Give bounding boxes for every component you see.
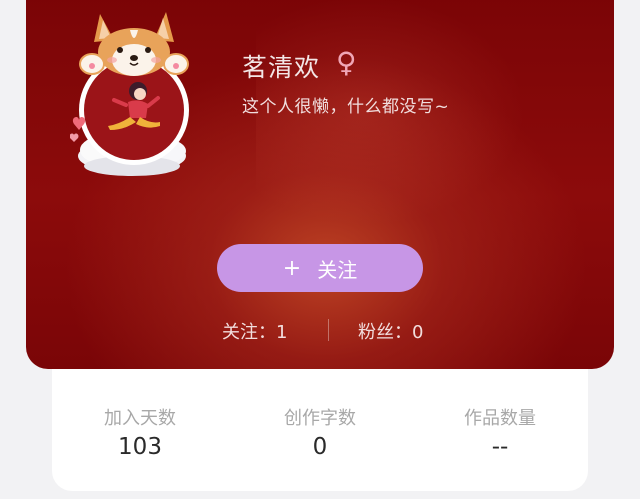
following-value: 1 — [276, 322, 288, 343]
fans-value: 0 — [412, 322, 424, 343]
following-label: 关注： — [222, 322, 276, 343]
fans-label: 粉丝： — [358, 322, 412, 343]
avatar[interactable] — [69, 6, 210, 180]
stat-value: 103 — [118, 434, 162, 460]
word-count-stat: 创作字数 0 — [240, 404, 400, 460]
stat-label: 加入天数 — [104, 408, 176, 429]
stat-value: 0 — [312, 434, 328, 460]
username: 茗清欢 — [242, 53, 321, 82]
female-icon: ♀ — [336, 46, 357, 79]
join-days-stat: 加入天数 103 — [60, 404, 220, 460]
works-count-stat: 作品数量 -- — [420, 404, 580, 460]
bio-text: 这个人很懒，什么都没写~ — [242, 97, 450, 117]
stats-divider — [328, 319, 329, 341]
stat-value: -- — [491, 434, 509, 460]
stat-label: 作品数量 — [464, 408, 536, 429]
plus-icon: + — [282, 255, 302, 281]
fans-count[interactable]: 粉丝：0 — [358, 318, 423, 344]
following-count[interactable]: 关注：1 — [222, 318, 287, 344]
corgi-frame-avatar-icon — [69, 12, 189, 176]
follow-button-label: 关注 — [317, 257, 358, 282]
stat-label: 创作字数 — [284, 408, 356, 429]
follow-button[interactable]: + 关注 — [217, 244, 423, 292]
